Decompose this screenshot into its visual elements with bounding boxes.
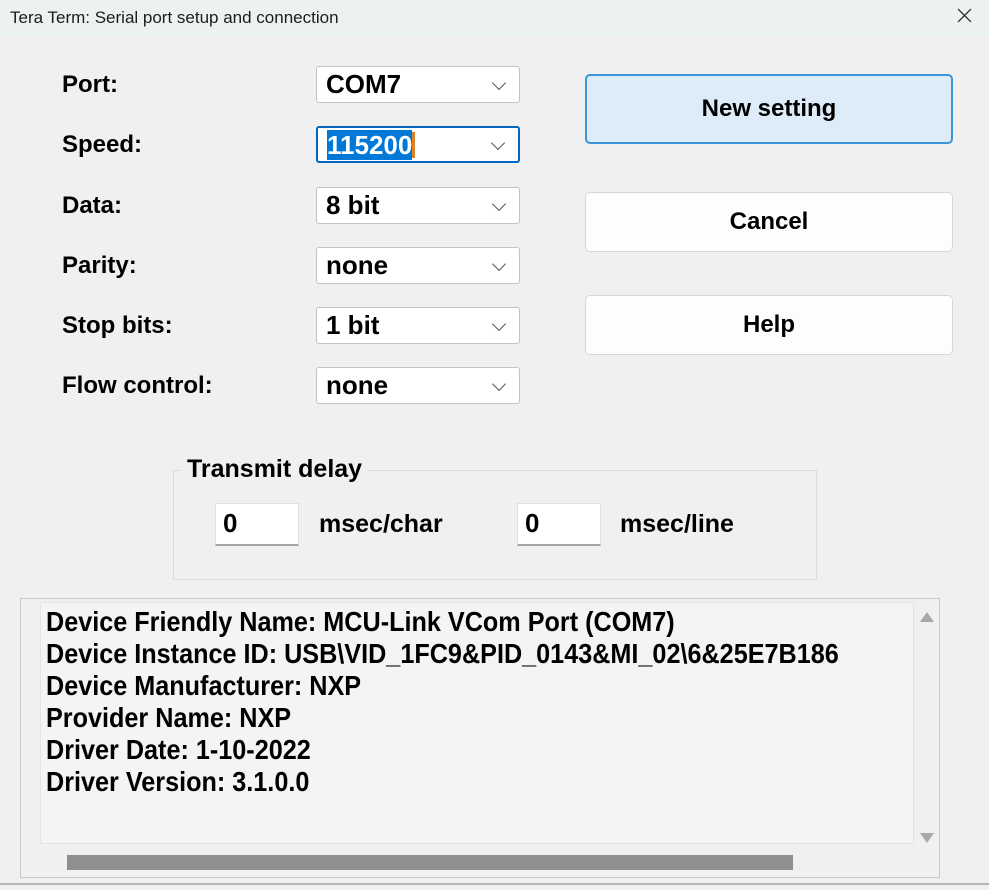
device-info-line: Driver Version: 3.1.0.0: [46, 766, 310, 797]
scroll-down-icon[interactable]: [920, 833, 934, 843]
msec-per-char-input[interactable]: [215, 503, 299, 546]
transmit-delay-title: Transmit delay: [181, 454, 369, 484]
new-setting-button[interactable]: New setting: [585, 74, 953, 144]
serial-setup-dialog: Tera Term: Serial port setup and connect…: [0, 0, 989, 890]
port-value: COM7: [326, 69, 402, 99]
device-info-panel: Device Friendly Name: MCU-Link VCom Port…: [20, 598, 940, 878]
text-caret: [412, 132, 416, 159]
device-info-line: Device Friendly Name: MCU-Link VCom Port…: [46, 606, 675, 637]
chevron-down-icon: [491, 196, 507, 212]
device-info-line: Device Instance ID: USB\VID_1FC9&PID_014…: [46, 638, 839, 669]
flow-control-value: none: [326, 370, 389, 400]
msec-per-line-label: msec/line: [620, 510, 734, 538]
cancel-button[interactable]: Cancel: [585, 192, 953, 252]
help-button-label: Help: [742, 311, 795, 338]
horizontal-scrollbar-thumb[interactable]: [67, 855, 793, 870]
device-info-line: Driver Date: 1-10-2022: [46, 734, 311, 765]
msec-per-char-label: msec/char: [319, 510, 443, 538]
flow-control-dropdown[interactable]: none: [316, 367, 520, 404]
stop-bits-dropdown[interactable]: 1 bit: [316, 307, 520, 344]
msec-per-line-input[interactable]: [517, 503, 601, 546]
cancel-button-label: Cancel: [729, 208, 809, 235]
chevron-down-icon: [491, 256, 507, 272]
port-label: Port:: [62, 71, 118, 98]
window-title: Tera Term: Serial port setup and connect…: [10, 8, 339, 27]
new-setting-button-label: New setting: [701, 95, 837, 122]
speed-label: Speed:: [62, 131, 143, 158]
titlebar: Tera Term: Serial port setup and connect…: [0, 0, 989, 36]
window-bottom-edge: [0, 883, 989, 885]
chevron-down-icon: [491, 376, 507, 392]
parity-label: Parity:: [62, 252, 137, 279]
data-bits-dropdown[interactable]: 8 bit: [316, 187, 520, 224]
data-label: Data:: [62, 192, 123, 219]
stop-bits-value: 1 bit: [326, 310, 380, 340]
speed-value-selected: 115200: [327, 130, 413, 160]
port-dropdown[interactable]: COM7: [316, 66, 520, 103]
speed-dropdown[interactable]: 115200: [316, 126, 520, 163]
chevron-down-icon: [490, 135, 506, 151]
help-button[interactable]: Help: [585, 295, 953, 355]
data-bits-value: 8 bit: [326, 190, 380, 220]
device-info-line: Device Manufacturer: NXP: [46, 670, 362, 701]
close-icon: [957, 8, 972, 28]
chevron-down-icon: [491, 316, 507, 332]
chevron-down-icon: [491, 75, 507, 91]
device-info-list: Device Friendly Name: MCU-Link VCom Port…: [40, 602, 914, 844]
device-info-line: Provider Name: NXP: [46, 702, 292, 733]
flow-control-label: Flow control:: [62, 372, 213, 399]
parity-dropdown[interactable]: none: [316, 247, 520, 284]
scroll-up-icon[interactable]: [920, 612, 934, 622]
stop-bits-label: Stop bits:: [62, 312, 173, 339]
close-button[interactable]: [946, 3, 982, 33]
parity-value: none: [326, 250, 389, 280]
